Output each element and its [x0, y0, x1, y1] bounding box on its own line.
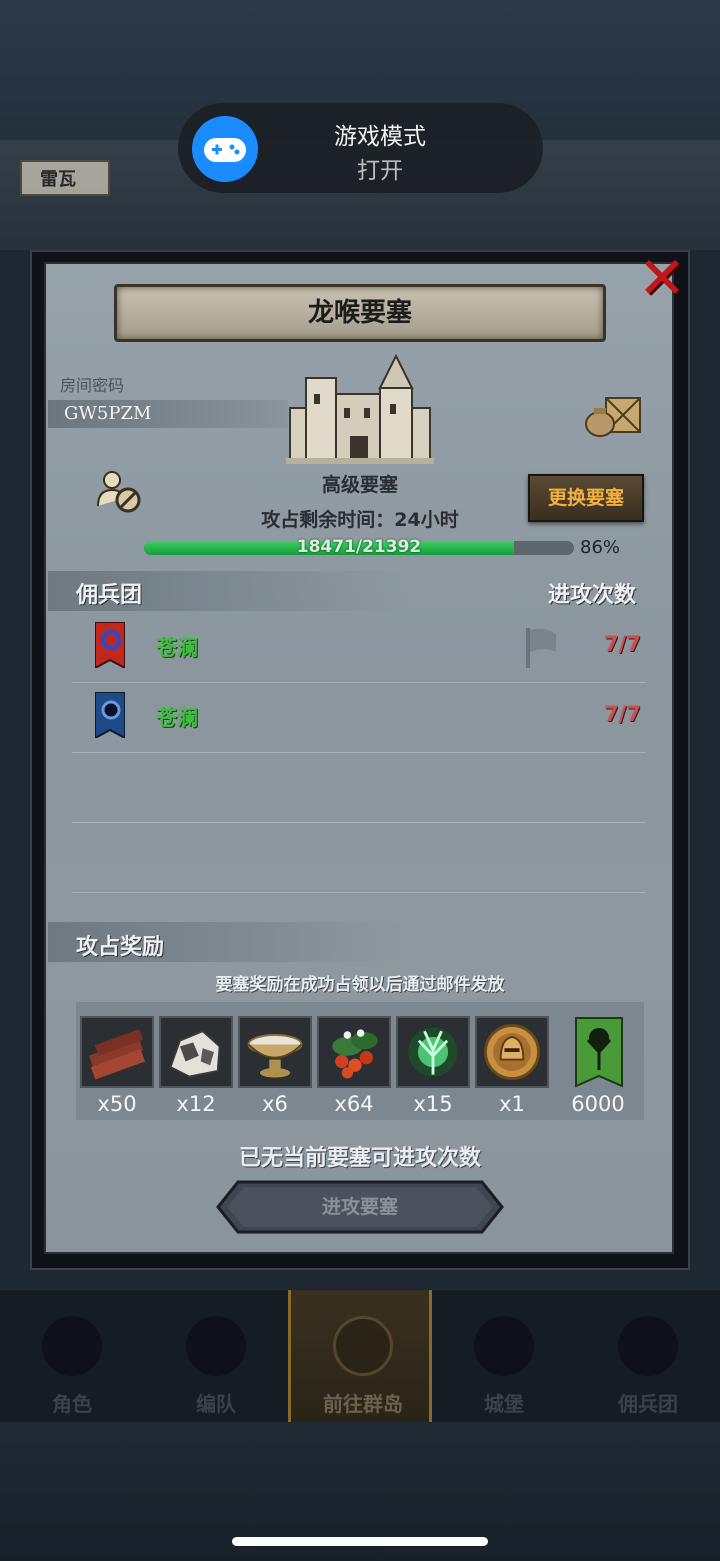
remaining-time: 攻占剩余时间：24小时: [261, 509, 459, 531]
bottom-navigation: 角色 编队 前往群岛 城堡 佣兵团: [0, 1290, 720, 1422]
reward-quantity: x6: [262, 1092, 288, 1116]
room-code-value[interactable]: GW5PZM: [64, 403, 151, 424]
reward-header: 攻占奖励: [76, 935, 165, 960]
castle-icon: [474, 1316, 534, 1376]
change-fortress-button[interactable]: 更换要塞: [528, 474, 644, 522]
attack-count: 7/7: [604, 632, 641, 656]
flag-icon: [526, 628, 556, 668]
progress-percent: 86%: [580, 537, 621, 558]
mercenary-header: 佣兵团: [76, 583, 143, 608]
bag-crate-icon[interactable]: [584, 392, 644, 438]
nav-islands[interactable]: 前往群岛: [288, 1290, 432, 1422]
fortress-level: 高级要塞: [321, 474, 398, 496]
nav-label: 角色: [52, 1392, 92, 1416]
ore-icon[interactable]: [159, 1016, 233, 1088]
close-icon[interactable]: ✕: [636, 249, 688, 307]
block-player-icon[interactable]: [96, 468, 142, 514]
nav-mercenary[interactable]: 佣兵团: [576, 1290, 720, 1422]
nav-castle[interactable]: 城堡: [432, 1290, 576, 1422]
attack-count-header: 进攻次数: [548, 583, 637, 608]
no-attempts-message: 已无当前要塞可进攻次数: [238, 1146, 481, 1171]
guild-banner-red-icon: [95, 622, 125, 668]
row-divider: [72, 822, 646, 823]
title-plate: 龙喉要塞: [114, 284, 606, 342]
row-divider: [72, 682, 646, 683]
mercenary-name[interactable]: 苍澜: [156, 702, 198, 732]
reward-quantity: x12: [176, 1092, 216, 1116]
mercenary-name[interactable]: 苍澜: [156, 632, 198, 662]
row-divider: [72, 752, 646, 753]
knight-icon: [42, 1316, 102, 1376]
nav-label: 佣兵团: [618, 1392, 678, 1416]
dialog-title: 龙喉要塞: [307, 298, 412, 328]
berries-icon[interactable]: [317, 1016, 391, 1088]
attack-count: 7/7: [604, 702, 641, 726]
nav-label: 城堡: [484, 1392, 524, 1416]
nav-character[interactable]: 角色: [0, 1290, 144, 1422]
helmet-icon: [186, 1316, 246, 1376]
room-code-label: 房间密码: [60, 376, 125, 395]
bowl-icon[interactable]: [238, 1016, 312, 1088]
reward-quantity: 6000: [571, 1092, 625, 1116]
attack-fortress-label: 进攻要塞: [321, 1196, 398, 1218]
reward-quantity: x1: [499, 1092, 525, 1116]
compass-icon: [333, 1316, 393, 1376]
map-location-label: 雷瓦: [20, 160, 110, 196]
helmet-coin-icon[interactable]: [475, 1016, 549, 1088]
tree-spirit-icon[interactable]: [396, 1016, 470, 1088]
wood-icon[interactable]: [80, 1016, 154, 1088]
guild-banner-icon[interactable]: [562, 1016, 636, 1088]
reward-quantity: x15: [413, 1092, 453, 1116]
toast-title: 游戏模式: [334, 124, 426, 150]
reward-note: 要塞奖励在成功占领以后通过邮件发放: [215, 975, 505, 995]
home-indicator[interactable]: [232, 1537, 488, 1546]
row-divider: [72, 892, 646, 893]
nav-label: 编队: [196, 1392, 236, 1416]
reward-quantity: x50: [97, 1092, 137, 1116]
warrior-icon: [618, 1316, 678, 1376]
nav-label: 前往群岛: [323, 1392, 403, 1416]
guild-banner-blue-icon: [95, 692, 125, 738]
fortress-castle-icon: [286, 353, 434, 464]
gamepad-icon: [192, 116, 258, 182]
progress-value-text: 18471/21392: [296, 537, 422, 557]
nav-formation[interactable]: 编队: [144, 1290, 288, 1422]
reward-quantity: x64: [334, 1092, 374, 1116]
toast-subtitle: 打开: [357, 158, 403, 184]
